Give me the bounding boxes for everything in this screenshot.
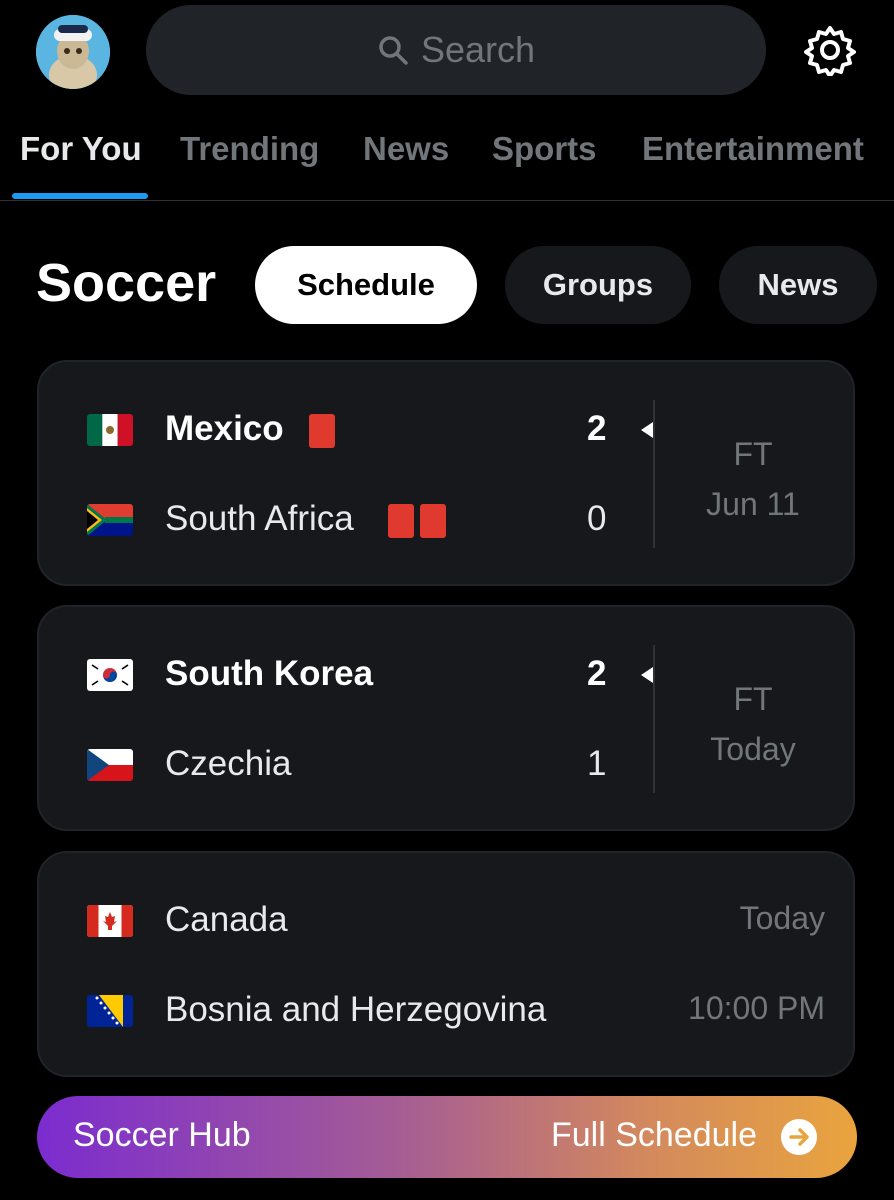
team-name: South Korea [165, 654, 374, 693]
match-date: Today [710, 731, 796, 767]
red-cards [382, 504, 446, 538]
red-card-icon [388, 504, 414, 538]
gear-icon[interactable] [804, 24, 856, 76]
avatar-image [36, 15, 110, 89]
profile-avatar[interactable] [36, 15, 110, 89]
red-card-icon [420, 504, 446, 538]
tab-entertainment[interactable]: Entertainment [642, 130, 864, 168]
team-name: Bosnia and Herzegovina [165, 990, 547, 1029]
red-cards [303, 414, 335, 448]
card-divider [653, 645, 655, 793]
team-name: South Africa [165, 499, 354, 538]
soccer-hub-banner[interactable]: Soccer Hub Full Schedule [37, 1096, 857, 1178]
match-status: FT [733, 681, 773, 717]
team-row-home: Canada Today [39, 891, 853, 951]
search-bar[interactable]: Search [146, 5, 766, 95]
card-divider [653, 400, 655, 548]
match-date: Jun 11 [706, 486, 800, 522]
red-card-icon [309, 414, 335, 448]
tab-for-you[interactable]: For You [20, 130, 142, 168]
match-card[interactable]: Mexico 2 South Africa 0 FT Jun 11 [37, 360, 855, 586]
tab-news[interactable]: News [363, 130, 449, 168]
czechia-flag-icon [87, 749, 133, 781]
tab-trending[interactable]: Trending [180, 130, 319, 168]
pill-groups[interactable]: Groups [505, 246, 691, 324]
team-score: 2 [587, 654, 607, 693]
south-africa-flag-icon [87, 504, 133, 536]
team-score: 0 [587, 499, 607, 538]
canada-flag-icon [87, 905, 133, 937]
match-time: 10:00 PM [688, 990, 825, 1026]
search-icon [379, 36, 408, 65]
bosnia-flag-icon [87, 995, 133, 1027]
tabs-divider [0, 200, 894, 201]
team-name: Mexico [165, 409, 284, 448]
active-tab-indicator [12, 193, 148, 199]
winner-arrow-icon [641, 667, 653, 683]
mexico-flag-icon [87, 414, 133, 446]
section-title: Soccer [36, 253, 217, 313]
arrow-right-circle-icon[interactable] [781, 1119, 817, 1155]
full-schedule-link[interactable]: Full Schedule [551, 1116, 757, 1155]
match-card[interactable]: South Korea 2 Czechia 1 FT Today [37, 605, 855, 831]
team-row-away: Bosnia and Herzegovina 10:00 PM [39, 981, 853, 1041]
pill-news[interactable]: News [719, 246, 877, 324]
tab-sports[interactable]: Sports [492, 130, 597, 168]
match-date: Today [739, 900, 825, 936]
pill-schedule[interactable]: Schedule [255, 246, 477, 324]
team-score: 1 [587, 744, 607, 783]
explore-tabs: For You Trending News Sports Entertainme… [0, 110, 894, 200]
team-score: 2 [587, 409, 607, 448]
search-placeholder: Search [420, 29, 536, 70]
south-korea-flag-icon [87, 659, 133, 691]
soccer-hub-label[interactable]: Soccer Hub [73, 1116, 251, 1155]
match-status: FT [733, 436, 773, 472]
winner-arrow-icon [641, 422, 653, 438]
team-name: Czechia [165, 744, 292, 783]
match-card[interactable]: Canada Today Bosnia and Herzegovina 10:0… [37, 851, 855, 1077]
team-name: Canada [165, 900, 288, 939]
